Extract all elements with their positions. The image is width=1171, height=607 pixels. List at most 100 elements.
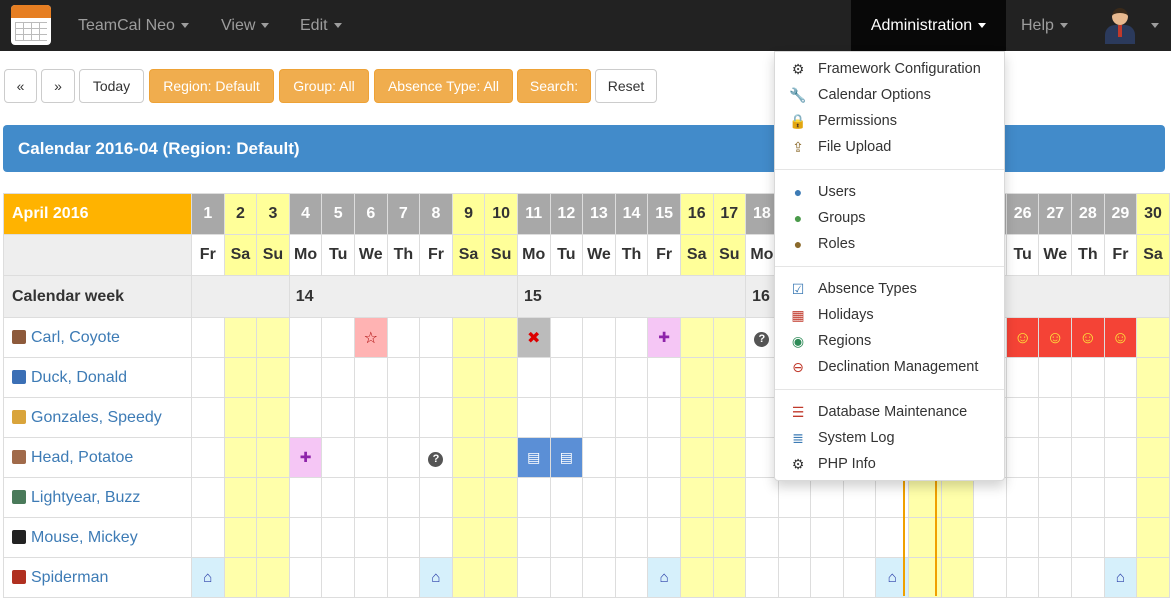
day-cell[interactable] [712,397,747,438]
day-cell[interactable] [1071,517,1105,558]
day-cell[interactable] [582,357,616,398]
day-cell[interactable] [549,357,584,398]
search-button[interactable]: Search: [517,69,591,103]
day-cell[interactable] [353,517,388,558]
admin-menu-item[interactable]: 🔧 Calendar Options [775,82,1004,108]
day-cell[interactable] [386,477,421,518]
day-cell[interactable]: ✖ [516,317,551,358]
day-cell[interactable] [353,557,388,598]
day-cell[interactable] [940,557,975,598]
next-month-button[interactable]: » [41,69,75,103]
day-cell[interactable] [940,477,975,518]
day-cell[interactable] [1005,557,1040,598]
day-cell[interactable] [1071,357,1105,398]
day-cell[interactable] [256,397,290,438]
day-cell[interactable] [582,517,616,558]
day-cell[interactable] [353,477,388,518]
day-cell[interactable] [1038,357,1073,398]
day-cell[interactable] [712,517,747,558]
day-cell[interactable] [647,517,681,558]
day-cell[interactable] [842,517,877,558]
day-cell[interactable] [321,397,355,438]
day-cell[interactable] [712,437,747,478]
day-cell[interactable] [614,317,649,358]
admin-menu-item[interactable]: ⊖ Declination Management [775,354,1004,380]
day-cell[interactable]: ⌂ [647,557,681,598]
day-cell[interactable] [419,517,453,558]
admin-menu-item[interactable]: ▦ Holidays [775,302,1004,328]
day-cell[interactable] [1005,437,1040,478]
day-cell[interactable] [745,517,779,558]
day-cell[interactable] [386,317,421,358]
day-cell[interactable] [1136,357,1170,398]
chevron-down-icon[interactable] [1151,23,1159,28]
day-cell[interactable] [484,317,518,358]
day-cell[interactable] [256,437,290,478]
nav-view-menu[interactable]: View [221,0,270,51]
day-cell[interactable] [973,557,1007,598]
day-cell[interactable] [451,517,486,558]
admin-menu-item[interactable]: 🔒 Permissions [775,108,1004,134]
day-cell[interactable]: ☺ [1038,317,1073,358]
day-cell[interactable] [223,517,258,558]
day-cell[interactable] [549,477,584,518]
day-cell[interactable] [647,357,681,398]
day-cell[interactable] [484,397,518,438]
day-cell[interactable] [516,517,551,558]
admin-menu-item[interactable]: ● Roles [775,231,1004,257]
day-cell[interactable] [516,477,551,518]
day-cell[interactable] [1005,517,1040,558]
day-cell[interactable] [1136,517,1170,558]
day-cell[interactable] [288,317,323,358]
nav-edit-menu[interactable]: Edit [300,0,342,51]
day-cell[interactable]: ☺ [1005,317,1040,358]
day-cell[interactable] [679,397,714,438]
day-cell[interactable] [288,517,323,558]
day-cell[interactable] [777,517,812,558]
admin-menu-item[interactable]: ⚙ PHP Info [775,451,1004,477]
day-cell[interactable] [386,357,421,398]
day-cell[interactable]: ☆ [353,317,388,358]
day-cell[interactable] [191,357,225,398]
day-cell[interactable] [484,517,518,558]
day-cell[interactable] [223,557,258,598]
day-cell[interactable] [973,517,1007,558]
day-cell[interactable] [191,477,225,518]
admin-menu-item[interactable]: ● Groups [775,205,1004,231]
day-cell[interactable] [191,317,225,358]
day-cell[interactable] [679,517,714,558]
day-cell[interactable] [647,437,681,478]
day-cell[interactable] [1005,397,1040,438]
day-cell[interactable] [582,477,616,518]
admin-menu-item[interactable]: ◉ Regions [775,328,1004,354]
day-cell[interactable] [451,477,486,518]
app-logo-icon[interactable] [11,5,51,45]
day-cell[interactable] [223,397,258,438]
day-cell[interactable] [549,317,584,358]
region-filter-button[interactable]: Region: Default [149,69,274,103]
day-cell[interactable] [386,517,421,558]
nav-help-menu[interactable]: Help [1021,0,1068,51]
prev-month-button[interactable]: « [4,69,37,103]
day-cell[interactable]: ✚ [288,437,323,478]
day-cell[interactable] [679,557,714,598]
day-cell[interactable] [484,437,518,478]
day-cell[interactable] [516,557,551,598]
day-cell[interactable] [256,477,290,518]
day-cell[interactable]: ⌂ [191,557,225,598]
day-cell[interactable]: ▤ [516,437,551,478]
day-cell[interactable] [451,357,486,398]
day-cell[interactable] [810,517,844,558]
reset-button[interactable]: Reset [595,69,657,103]
day-cell[interactable] [1103,437,1138,478]
day-cell[interactable] [712,317,747,358]
day-cell[interactable]: ? [419,437,453,478]
day-cell[interactable] [191,517,225,558]
user-name-link[interactable]: Head, Potatoe [3,437,192,478]
day-cell[interactable] [256,317,290,358]
day-cell[interactable] [1136,437,1170,478]
day-cell[interactable] [1038,557,1073,598]
day-cell[interactable] [516,397,551,438]
day-cell[interactable] [614,517,649,558]
day-cell[interactable] [353,357,388,398]
